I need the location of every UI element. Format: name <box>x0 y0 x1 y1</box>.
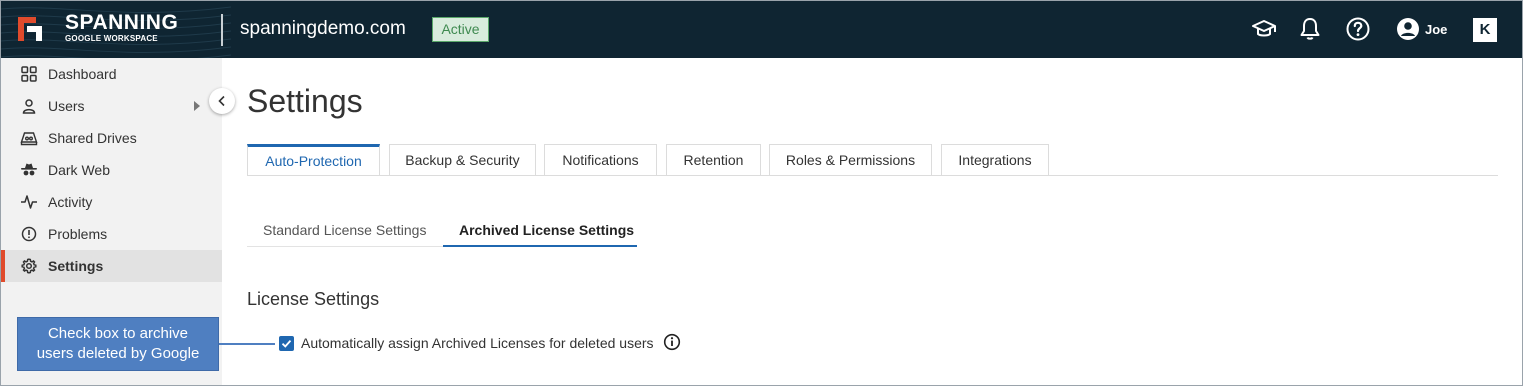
shared-drive-icon <box>20 129 38 147</box>
top-bar: SPANNING GOOGLE WORKSPACE spanningdemo.c… <box>1 1 1522 58</box>
checkmark-icon <box>281 339 292 348</box>
sidebar-item-users[interactable]: Users <box>1 90 222 122</box>
spanning-logo-icon <box>18 17 42 41</box>
activity-icon <box>20 193 38 211</box>
tabs-divider <box>247 175 1498 176</box>
subtab-standard-license[interactable]: Standard License Settings <box>263 222 426 238</box>
brand: SPANNING GOOGLE WORKSPACE <box>65 12 178 44</box>
expand-caret-icon[interactable] <box>194 101 200 111</box>
tab-backup-security[interactable]: Backup & Security <box>389 144 536 176</box>
sidebar-item-dark-web[interactable]: Dark Web <box>1 154 222 186</box>
brand-name: SPANNING <box>65 11 179 34</box>
user-name[interactable]: Joe <box>1425 22 1447 37</box>
tab-integrations[interactable]: Integrations <box>941 144 1049 176</box>
checkbox-label[interactable]: Automatically assign Archived Licenses f… <box>301 335 654 351</box>
callout-line-2: users deleted by Google <box>36 345 200 362</box>
subtab-active-indicator <box>443 245 637 247</box>
gear-icon <box>20 257 38 275</box>
app-window: SPANNING GOOGLE WORKSPACE spanningdemo.c… <box>0 0 1523 386</box>
callout-line-1: Check box to archive <box>47 325 189 342</box>
graduation-cap-icon[interactable] <box>1251 16 1277 42</box>
bell-icon[interactable] <box>1297 16 1323 42</box>
sidebar-item-activity[interactable]: Activity <box>1 186 222 218</box>
sidebar-item-label: Dark Web <box>48 162 110 178</box>
archive-deleted-users-checkbox[interactable] <box>279 336 294 351</box>
callout-connector <box>219 343 275 345</box>
sidebar-item-settings[interactable]: Settings <box>1 250 222 282</box>
user-icon <box>20 97 38 115</box>
sidebar-item-dashboard[interactable]: Dashboard <box>1 58 222 90</box>
tab-auto-protection[interactable]: Auto-Protection <box>247 144 380 176</box>
k-app-icon[interactable]: K <box>1473 18 1497 42</box>
help-icon[interactable] <box>1345 16 1371 42</box>
tab-roles-permissions[interactable]: Roles & Permissions <box>769 144 932 176</box>
spy-icon <box>20 161 38 179</box>
info-icon[interactable] <box>663 333 681 351</box>
sidebar-item-label: Problems <box>48 226 108 242</box>
chevron-left-icon <box>218 95 225 107</box>
sidebar-item-label: Users <box>48 98 85 114</box>
status-badge: Active <box>432 17 489 42</box>
sidebar-item-label: Dashboard <box>48 66 117 82</box>
sidebar-item-problems[interactable]: Problems <box>1 218 222 250</box>
page-title: Settings <box>247 83 363 119</box>
section-title: License Settings <box>247 289 380 309</box>
domain-name: spanningdemo.com <box>240 18 406 39</box>
annotation-callout: Check box to archive users deleted by Go… <box>17 317 219 371</box>
header-divider <box>221 14 223 46</box>
dashboard-icon <box>20 65 38 83</box>
sidebar-item-label: Shared Drives <box>48 130 137 146</box>
user-avatar-icon[interactable] <box>1395 16 1421 42</box>
sidebar-collapse-button[interactable] <box>209 88 235 114</box>
sidebar-item-label: Activity <box>48 194 93 210</box>
brand-subtitle: GOOGLE WORKSPACE <box>65 34 158 43</box>
tab-retention[interactable]: Retention <box>666 144 761 176</box>
sidebar-item-shared-drives[interactable]: Shared Drives <box>1 122 222 154</box>
subtab-archived-license[interactable]: Archived License Settings <box>459 222 634 238</box>
tab-notifications[interactable]: Notifications <box>544 144 657 176</box>
alert-icon <box>20 225 38 243</box>
sidebar-item-label: Settings <box>48 258 104 274</box>
